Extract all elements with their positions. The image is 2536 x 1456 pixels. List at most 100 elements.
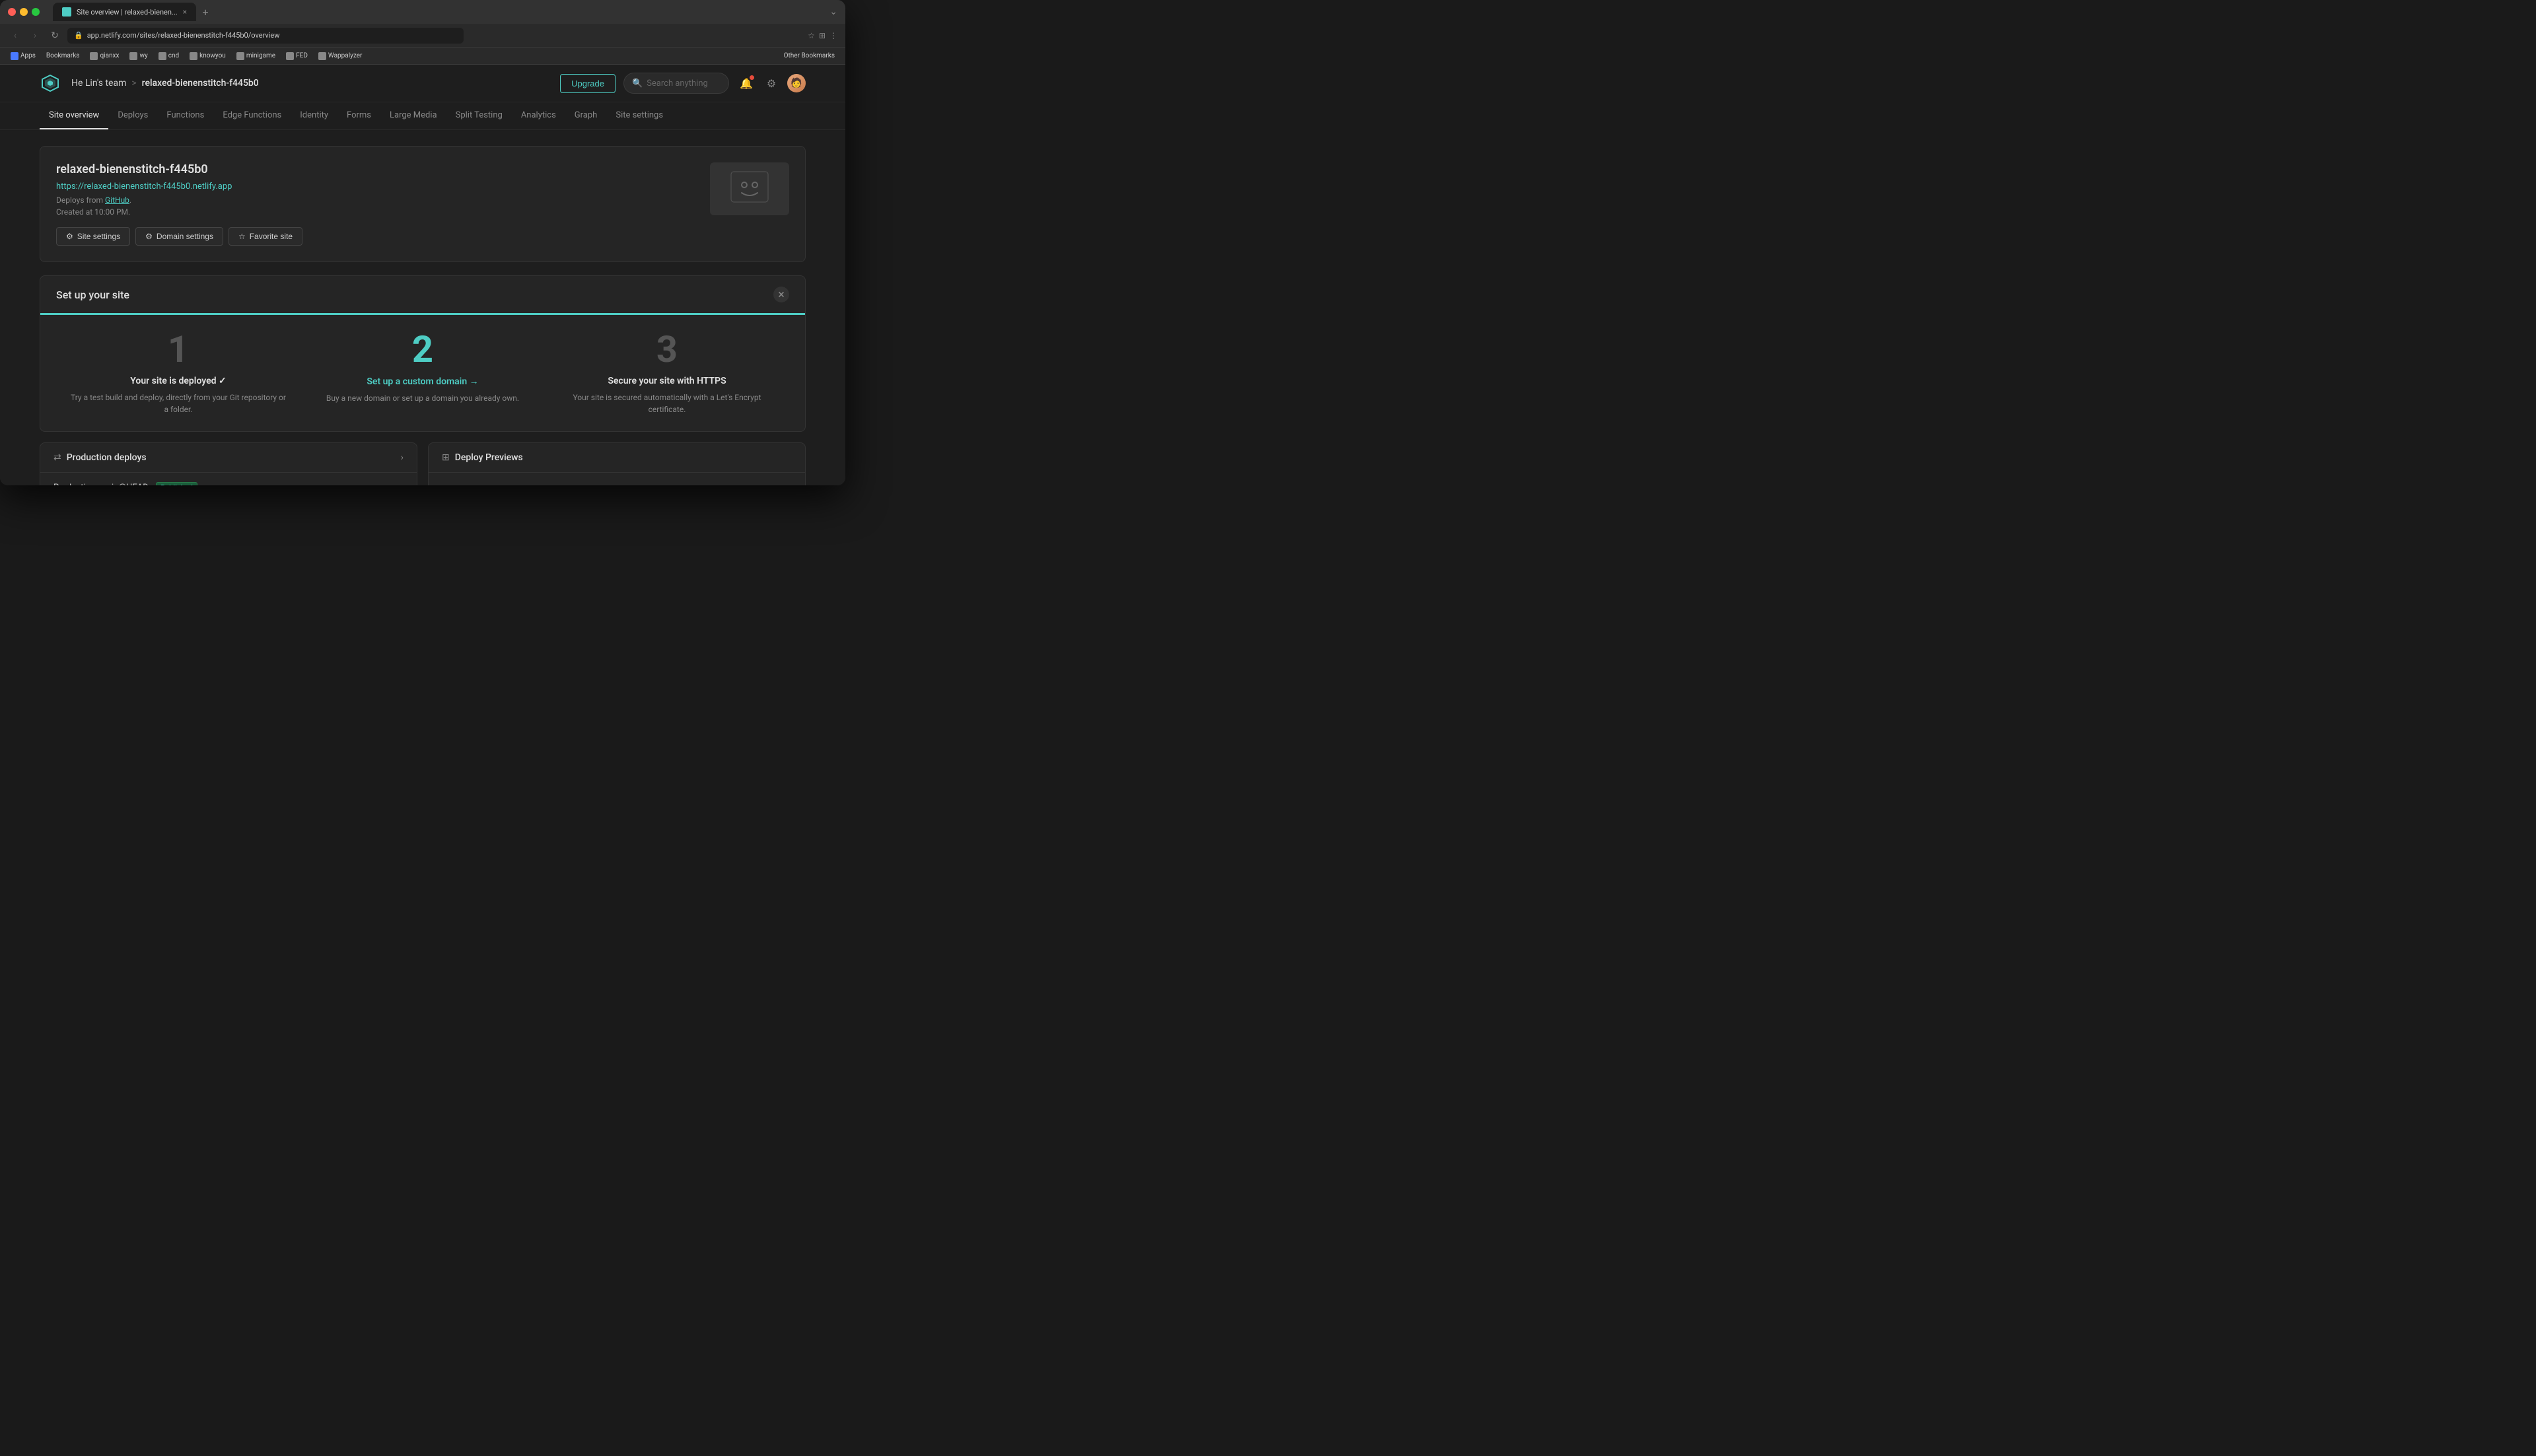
bookmark-other[interactable]: Other Bookmarks xyxy=(780,51,839,61)
deploy-previews-header: ⊞ Deploy Previews xyxy=(429,443,805,473)
traffic-lights xyxy=(8,8,40,16)
tab-analytics[interactable]: Analytics xyxy=(512,102,565,129)
tab-close-icon[interactable]: × xyxy=(183,7,187,17)
header-right: Upgrade 🔍 Search anything 🔔 ⚙ 🧑 xyxy=(560,73,806,94)
bookmark-knowyou[interactable]: knowyou xyxy=(186,51,230,61)
tab-site-overview[interactable]: Site overview xyxy=(40,102,108,129)
step-3-number: 3 xyxy=(558,331,776,368)
tab-favicon xyxy=(62,7,71,17)
domain-settings-button[interactable]: ⚙ Domain settings xyxy=(135,227,223,246)
domain-settings-icon: ⚙ xyxy=(145,232,153,241)
notifications-button[interactable]: 🔔 xyxy=(737,74,756,92)
tab-identity[interactable]: Identity xyxy=(291,102,337,129)
bookmark-minigame[interactable]: minigame xyxy=(232,51,279,61)
step-1-number: 1 xyxy=(69,331,287,368)
refresh-button[interactable]: ↻ xyxy=(48,28,62,43)
breadcrumb: He Lin's team > relaxed-bienenstitch-f44… xyxy=(71,78,259,88)
site-settings-icon: ⚙ xyxy=(66,232,73,241)
step-2-title[interactable]: Set up a custom domain → xyxy=(314,376,532,387)
title-bar: Site overview | relaxed-bienen... × + ⌄ xyxy=(0,0,845,24)
production-deploys-header: ⇄ Production deploys › xyxy=(40,443,417,473)
site-info: relaxed-bienenstitch-f445b0 https://rela… xyxy=(56,162,697,246)
bookmark-wy-icon xyxy=(129,52,137,60)
search-placeholder-text: Search anything xyxy=(647,79,708,88)
setup-header: Set up your site × xyxy=(40,276,805,315)
upgrade-button[interactable]: Upgrade xyxy=(560,74,616,93)
site-name-breadcrumb[interactable]: relaxed-bienenstitch-f445b0 xyxy=(142,78,259,88)
tab-deploys[interactable]: Deploys xyxy=(108,102,157,129)
deploy-previews-title: ⊞ Deploy Previews xyxy=(442,452,523,463)
tab-edge-functions[interactable]: Edge Functions xyxy=(213,102,291,129)
maximize-button[interactable] xyxy=(32,8,40,16)
active-tab[interactable]: Site overview | relaxed-bienen... × xyxy=(53,3,196,21)
address-bar: ‹ › ↻ 🔒 app.netlify.com/sites/relaxed-bi… xyxy=(0,24,845,48)
setup-close-button[interactable]: × xyxy=(773,287,789,302)
bookmark-fed[interactable]: FED xyxy=(282,51,312,61)
site-url[interactable]: https://relaxed-bienenstitch-f445b0.netl… xyxy=(56,182,697,191)
netlify-header: He Lin's team > relaxed-bienenstitch-f44… xyxy=(0,65,845,102)
setup-step-3: 3 Secure your site with HTTPS Your site … xyxy=(545,331,789,415)
custom-domain-link[interactable]: Set up a custom domain → xyxy=(367,376,478,387)
bookmark-bookmarks[interactable]: Bookmarks xyxy=(42,51,84,61)
settings-button[interactable]: ⚙ xyxy=(762,74,781,92)
bookmark-cnd[interactable]: cnd xyxy=(155,51,183,61)
tab-graph[interactable]: Graph xyxy=(565,102,607,129)
setup-step-2: 2 Set up a custom domain → Buy a new dom… xyxy=(300,331,545,415)
production-deploy-item[interactable]: Production: main@HEAD Published 10:00 PM… xyxy=(40,473,417,485)
bookmark-apps-icon xyxy=(11,52,18,60)
tab-forms[interactable]: Forms xyxy=(337,102,380,129)
forward-button[interactable]: › xyxy=(28,28,42,43)
breadcrumb-separator: > xyxy=(131,78,136,88)
tab-split-testing[interactable]: Split Testing xyxy=(446,102,512,129)
site-settings-button[interactable]: ⚙ Site settings xyxy=(56,227,130,246)
github-label: GitHub xyxy=(105,195,129,205)
menu-icon[interactable]: ⋮ xyxy=(829,31,837,40)
title-bar-right: ⌄ xyxy=(829,7,837,17)
site-display-name: relaxed-bienenstitch-f445b0 xyxy=(56,162,697,176)
search-bar[interactable]: 🔍 Search anything xyxy=(623,73,729,94)
bookmark-wy[interactable]: wy xyxy=(125,51,151,61)
new-tab-button[interactable]: + xyxy=(199,5,212,18)
notification-dot xyxy=(750,75,754,80)
deploys-from-label: Deploys from xyxy=(56,195,103,205)
avatar[interactable]: 🧑 xyxy=(787,74,806,92)
netlify-logo xyxy=(40,73,61,94)
bookmark-wappalyzer-icon xyxy=(318,52,326,60)
step-1-title: Your site is deployed ✓ xyxy=(69,376,287,386)
bookmark-qianxx[interactable]: qianxx xyxy=(86,51,123,61)
production-deploys-label: Production deploys xyxy=(67,452,147,463)
bookmark-fed-label: FED xyxy=(296,52,308,59)
tabs-bar: Site overview | relaxed-bienen... × + xyxy=(53,3,824,21)
team-name[interactable]: He Lin's team xyxy=(71,78,126,88)
back-button[interactable]: ‹ xyxy=(8,28,22,43)
github-link[interactable]: GitHub xyxy=(105,195,129,205)
minimize-button[interactable] xyxy=(20,8,28,16)
bookmark-minigame-icon xyxy=(236,52,244,60)
production-deploys-arrow[interactable]: › xyxy=(401,452,404,463)
url-bar[interactable]: 🔒 app.netlify.com/sites/relaxed-bienenst… xyxy=(67,28,464,44)
header-icons: 🔔 ⚙ 🧑 xyxy=(737,74,806,92)
site-settings-label: Site settings xyxy=(77,232,120,241)
bookmark-wappalyzer[interactable]: Wappalyzer xyxy=(314,51,367,61)
tab-functions[interactable]: Functions xyxy=(157,102,213,129)
bookmark-cnd-icon xyxy=(158,52,166,60)
search-icon: 🔍 xyxy=(632,79,643,88)
extensions-icon[interactable]: ⊞ xyxy=(819,31,826,40)
avatar-icon: 🧑 xyxy=(791,78,802,88)
bookmark-other-label: Other Bookmarks xyxy=(784,52,835,59)
favorite-label: Favorite site xyxy=(250,232,293,241)
site-created-at: Created at 10:00 PM. xyxy=(56,207,697,217)
deploy-previews-icon: ⊞ xyxy=(442,452,450,463)
close-button[interactable] xyxy=(8,8,16,16)
production-deploys-title: ⇄ Production deploys xyxy=(53,452,147,463)
bookmark-apps[interactable]: Apps xyxy=(7,51,40,61)
bookmark-cnd-label: cnd xyxy=(168,52,179,59)
bookmark-icon[interactable]: ☆ xyxy=(808,31,815,40)
setup-section: Set up your site × 1 Your site is deploy… xyxy=(40,275,806,432)
favorite-site-button[interactable]: ☆ Favorite site xyxy=(229,227,302,246)
tab-large-media[interactable]: Large Media xyxy=(380,102,446,129)
setup-title: Set up your site xyxy=(56,289,129,301)
browser-window: Site overview | relaxed-bienen... × + ⌄ … xyxy=(0,0,845,485)
tab-site-settings[interactable]: Site settings xyxy=(606,102,672,129)
bookmark-apps-label: Apps xyxy=(20,52,36,59)
